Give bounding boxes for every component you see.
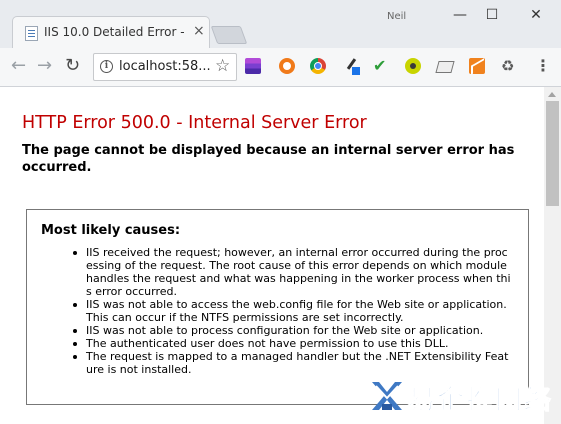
causes-heading: Most likely causes: [41, 223, 181, 238]
pen-icon[interactable] [435, 61, 455, 73]
error-subtitle: The page cannot be displayed because an … [22, 143, 515, 175]
chart-icon[interactable] [469, 58, 485, 74]
page-favicon-icon [25, 26, 38, 41]
error-title: HTTP Error 500.0 - Internal Server Error [22, 113, 367, 133]
check-icon[interactable]: ✔ [373, 58, 389, 74]
forward-button[interactable]: → [37, 56, 52, 76]
scroll-up-arrow-icon[interactable] [548, 92, 556, 97]
profile-name[interactable]: Neil [387, 11, 406, 22]
stack-icon[interactable] [245, 58, 261, 74]
title-bar: IIS 10.0 Detailed Error - 50 × Neil — ☐ … [0, 0, 561, 49]
back-button[interactable]: ← [11, 56, 26, 76]
tab-title: IIS 10.0 Detailed Error - 50 [44, 25, 184, 39]
bookmark-star-icon[interactable]: ☆ [215, 56, 230, 76]
info-icon[interactable]: i [100, 60, 113, 73]
watermark-logo-icon [372, 382, 402, 410]
browser-menu-icon[interactable]: ⋮ [535, 57, 551, 75]
maximize-button[interactable]: ☐ [472, 2, 512, 28]
browser-toolbar: ← → ↻ i localhost:58... ☆ ✔ ♻ ⋮ [0, 48, 561, 87]
cause-item: The authenticated user does not have per… [73, 337, 512, 350]
cause-item: IIS received the request; however, an in… [73, 246, 511, 298]
url-text[interactable]: localhost:58... [119, 59, 211, 74]
ring-icon[interactable] [279, 58, 295, 74]
cause-item: IIS was not able to access the web.confi… [73, 298, 512, 324]
chrome-icon[interactable] [310, 58, 326, 74]
watermark-text: 易企推网络 [408, 385, 553, 417]
tab-close-icon[interactable]: × [193, 23, 205, 39]
reload-button[interactable]: ↻ [65, 56, 80, 76]
address-bar[interactable]: i localhost:58... ☆ [93, 53, 237, 81]
cause-item: The request is mapped to a managed handl… [73, 350, 512, 376]
badge-icon[interactable] [405, 58, 421, 74]
cause-item: IIS was not able to process configuratio… [73, 324, 512, 337]
eyedropper-icon[interactable] [343, 58, 360, 75]
close-window-button[interactable]: ✕ [516, 2, 556, 28]
causes-list: IIS received the request; however, an in… [73, 246, 512, 376]
scrollbar-thumb[interactable] [546, 101, 559, 206]
new-tab-button[interactable] [210, 26, 248, 44]
watermark: 易企推网络 [370, 374, 560, 420]
recycle-icon[interactable]: ♻ [501, 58, 517, 74]
browser-tab[interactable]: IIS 10.0 Detailed Error - 50 × [12, 16, 210, 49]
